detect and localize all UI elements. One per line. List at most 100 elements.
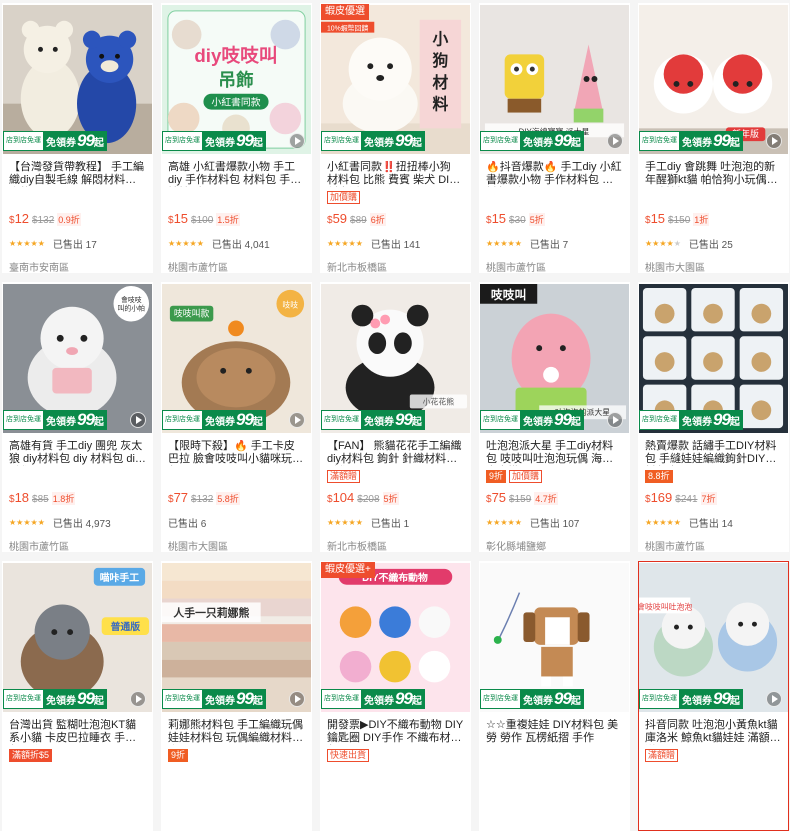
coupon-unit: 起 bbox=[729, 695, 740, 707]
product-thumbnail[interactable]: 店到店免運 免領券 99 起 bbox=[639, 283, 788, 434]
product-thumbnail[interactable]: 店到店免運 免領券 99 起 bbox=[480, 562, 629, 713]
product-title[interactable]: ☆☆重複娃娃 DIY材料包 美勞 勞作 瓦楞紙摺 手作 bbox=[486, 719, 623, 745]
product-card[interactable]: 會吱吱 叫的小帕 店到店免運 免領券 99 起 高雄有貨 手工diy 團兜 灰太狼 diy… bbox=[2, 282, 153, 552]
play-video-icon[interactable] bbox=[607, 412, 623, 428]
product-thumbnail[interactable]: 會吱吱叫吐泡泡 店到店免運 免領券 99 起 bbox=[639, 562, 788, 713]
discount-badge: 1折 bbox=[693, 213, 710, 226]
coupon-unit: 起 bbox=[729, 137, 740, 149]
product-thumbnail[interactable]: 人手一只莉娜熊 店到店免運 免領券 99 起 bbox=[162, 562, 311, 713]
product-thumbnail[interactable]: 店到店免運 免領券 99 起 bbox=[3, 4, 152, 155]
product-thumbnail[interactable]: 吱吱叫 吐泡泡的派大星店到店免運免領券99起 bbox=[480, 283, 629, 434]
product-tags: 滿額贈 bbox=[327, 468, 464, 484]
product-card[interactable]: diy吱吱叫 吊飾 小紅書同款 店到店免運 免領券 99 起 高雄 小紅書爆款小物 手工… bbox=[161, 3, 312, 273]
discount-badge: 1.8折 bbox=[51, 492, 76, 505]
coupon-line1: 店到店免運 bbox=[642, 416, 677, 423]
product-thumbnail[interactable]: DIY不織布動物 蝦皮優選+ 店到店免運 免領券 99 起 bbox=[321, 562, 470, 713]
product-title[interactable]: 台灣出貨 監糊吐泡泡KT貓系小貓 卡皮巴拉睡衣 手作包 兩個... bbox=[9, 719, 146, 745]
play-video-icon[interactable] bbox=[607, 133, 623, 149]
product-thumbnail[interactable]: 會吱吱 叫的小帕 店到店免運 免領券 99 起 bbox=[3, 283, 152, 434]
play-video-icon[interactable] bbox=[289, 412, 305, 428]
product-title[interactable]: 【限時下殺】🔥 手工卡皮巴拉 臉會吱吱叫小貓咪玩偶包... bbox=[168, 440, 305, 466]
play-video-icon[interactable] bbox=[289, 691, 305, 707]
original-price: $100 bbox=[191, 215, 214, 226]
product-info: 🔥抖音爆款🔥 手工diy 小紅書爆款小物 手作材料包 材料包 手... $15$… bbox=[480, 155, 629, 272]
original-price: $132 bbox=[32, 215, 55, 226]
product-title[interactable]: 開發票▶DIY不織布動物 DIY鑰匙圈 DIY手作 不織布材料包 不... bbox=[327, 719, 464, 745]
coupon-line2: 免領券 bbox=[46, 416, 76, 428]
original-price: $30 bbox=[509, 215, 526, 226]
product-card[interactable]: 新年版 店到店免運 免領券 99 起 手工diy 會跳舞 吐泡泡的新年醒獅kt貓 帕恰狗… bbox=[638, 3, 789, 273]
svg-text:材: 材 bbox=[433, 73, 449, 92]
product-title[interactable]: 手工diy 會跳舞 吐泡泡的新年醒獅kt貓 帕恰狗小玩偶 diy材料... bbox=[645, 161, 782, 187]
product-info: 【限時下殺】🔥 手工卡皮巴拉 臉會吱吱叫小貓咪玩偶包... $77$1325.8… bbox=[162, 434, 311, 551]
svg-text:小: 小 bbox=[433, 30, 449, 48]
product-title[interactable]: 高雄 小紅書爆款小物 手工diy 手作材料包 材料包 手作娃娃 吱... bbox=[168, 161, 305, 187]
play-video-icon[interactable] bbox=[130, 691, 146, 707]
play-video-icon[interactable] bbox=[289, 133, 305, 149]
coupon-amount: 99 bbox=[713, 689, 731, 708]
product-card[interactable]: 店到店免運 免領券 99 起 熱賣爆款 話繡手工DIY材料包 手縫娃娃編織鉤針DIY材… bbox=[638, 282, 789, 552]
rating-row: ★★★★★ 已售出 107 bbox=[486, 516, 623, 530]
svg-text:叫的小帕: 叫的小帕 bbox=[117, 304, 145, 313]
product-title[interactable]: 【FAN】 熊貓花花手工編織diy材料包 鉤針 針織材料包 手作 ... bbox=[327, 440, 464, 466]
coupon-line1: 店到店免運 bbox=[165, 137, 200, 144]
sale-price: $104 bbox=[327, 490, 354, 505]
svg-text:吱吱叫款: 吱吱叫款 bbox=[174, 308, 210, 319]
product-card[interactable]: 吱吱叫 吐泡泡的派大星店到店免運免領券99起 吐泡泡派大星 手工diy材料包 吱… bbox=[479, 282, 630, 552]
coupon-main: 免領券 99 起 bbox=[679, 410, 743, 430]
rating-row: ★★★★★ 已售出 17 bbox=[9, 237, 146, 251]
product-card[interactable]: 店到店免運免領券99起 【台灣發貨帶教程】 手工編織diy自製毛線 解悶材料包小… bbox=[2, 3, 153, 273]
product-thumbnail[interactable]: DIY海綿寶寶·派大星店到店免運免領券99起 bbox=[480, 4, 629, 155]
product-card[interactable]: DIY不織布動物 蝦皮優選+ 店到店免運 免領券 99 起 開發票▶DIY不織布動物 D… bbox=[320, 561, 471, 831]
product-title[interactable]: 莉娜熊材料包 手工編織玩偶 娃娃材料包 玩偶編織材料包 小... bbox=[168, 719, 305, 745]
coupon-unit: 起 bbox=[411, 137, 422, 149]
preferred-badge: 蝦皮優選 bbox=[321, 4, 369, 20]
coupon-shipping-label: 店到店免運 bbox=[162, 410, 202, 430]
coupon-shipping-label: 店到店免運 bbox=[639, 689, 679, 709]
product-card[interactable]: 吱吱叫款 吱吱 店到店免運 免領券 99 起 【限時下殺】🔥 手工卡皮巴拉 臉會吱吱叫小貓… bbox=[161, 282, 312, 552]
product-location: 臺南市安南區 bbox=[9, 263, 69, 273]
product-card[interactable]: 喵咔手工 普通版 店到店免運 免領券 99 起 台灣出貨 監糊吐泡泡KT貓系小貓 卡皮巴… bbox=[2, 561, 153, 831]
sale-price: $75 bbox=[486, 490, 506, 505]
price-row bbox=[645, 769, 782, 787]
coupon-amount: 99 bbox=[236, 689, 254, 708]
product-card[interactable]: 店到店免運 免領券 99 起 ☆☆重複娃娃 DIY材料包 美勞 勞作 瓦楞紙摺 手作 bbox=[479, 561, 630, 831]
product-title[interactable]: 高雄有貨 手工diy 團兜 灰太狼 diy材料包 diy 材料包 diy手作 .… bbox=[9, 440, 146, 466]
rating-row bbox=[486, 795, 623, 807]
product-thumbnail[interactable]: 新年版 店到店免運 免領券 99 起 bbox=[639, 4, 788, 155]
product-title[interactable]: 【台灣發貨帶教程】 手工編織diy自製毛線 解悶材料包小熊... bbox=[9, 161, 146, 187]
price-row bbox=[9, 769, 146, 787]
product-card[interactable]: 小狗材料 10%蝦幣回饋 蝦皮優選 店到店免運 免領券 99 起 小紅書同款‼️扭扭棒小狗… bbox=[320, 3, 471, 273]
price-row: $15 $100 1.5折 bbox=[168, 211, 305, 229]
coupon-shipping-label: 店到店免運 bbox=[480, 410, 520, 430]
play-video-icon[interactable] bbox=[766, 133, 782, 149]
play-video-icon[interactable] bbox=[766, 691, 782, 707]
rating-row: ★★★★★ 已售出 14 bbox=[645, 516, 782, 530]
product-title[interactable]: 抖音同款 吐泡泡小黃魚kt貓 庫洛米 鯨魚kt貓娃娃 滿額贈送... bbox=[645, 719, 782, 745]
star-rating: ★★★★★ bbox=[327, 517, 363, 527]
product-thumbnail[interactable]: 喵咔手工 普通版 店到店免運 免領券 99 起 bbox=[3, 562, 152, 713]
coupon-line1: 店到店免運 bbox=[324, 137, 359, 144]
rating-row bbox=[327, 795, 464, 807]
product-info: 高雄有貨 手工diy 團兜 灰太狼 diy材料包 diy 材料包 diy手作 .… bbox=[3, 434, 152, 551]
product-title[interactable]: 🔥抖音爆款🔥 手工diy 小紅書爆款小物 手作材料包 材料包 手... bbox=[486, 161, 623, 187]
product-thumbnail[interactable]: diy吱吱叫 吊飾 小紅書同款 店到店免運 免領券 99 起 bbox=[162, 4, 311, 155]
coupon-amount: 99 bbox=[77, 410, 95, 429]
product-thumbnail[interactable]: 小花花熊 店到店免運 免領券 99 起 bbox=[321, 283, 470, 434]
sold-count: 已售出 14 bbox=[688, 518, 733, 530]
svg-text:吊飾: 吊飾 bbox=[218, 69, 254, 90]
product-card[interactable]: 會吱吱叫吐泡泡 店到店免運 免領券 99 起 抖音同款 吐泡泡小黃魚kt貓 庫洛米 鯨魚… bbox=[638, 561, 789, 831]
sale-price-value: 12 bbox=[14, 211, 30, 226]
product-thumbnail[interactable]: 吱吱叫款 吱吱 店到店免運 免領券 99 起 bbox=[162, 283, 311, 434]
product-card[interactable]: 小花花熊 店到店免運 免領券 99 起 【FAN】 熊貓花花手工編織diy材料包 鉤針 … bbox=[320, 282, 471, 552]
product-title[interactable]: 熱賣爆款 話繡手工DIY材料包 手縫娃娃編織鉤針DIY材料包十... bbox=[645, 440, 782, 466]
product-thumbnail[interactable]: 小狗材料 10%蝦幣回饋 蝦皮優選 店到店免運 免領券 99 起 bbox=[321, 4, 470, 155]
play-video-icon[interactable] bbox=[130, 412, 146, 428]
product-tags: 加價購 bbox=[327, 189, 464, 205]
product-card[interactable]: DIY海綿寶寶·派大星店到店免運免領券99起 🔥抖音爆款🔥 手工diy 小紅書爆… bbox=[479, 3, 630, 273]
coupon-line1: 店到店免運 bbox=[6, 416, 41, 423]
product-card[interactable]: 人手一只莉娜熊 店到店免運 免領券 99 起 莉娜熊材料包 手工編織玩偶 娃娃材料包 玩… bbox=[161, 561, 312, 831]
sale-price: $77 bbox=[168, 490, 188, 505]
product-title[interactable]: 小紅書同款‼️扭扭棒小狗 材料包 比熊 費賓 柴犬 DIY創意活... bbox=[327, 161, 464, 187]
product-title[interactable]: 吐泡泡派大星 手工diy材料包 吱吱叫吐泡泡玩偶 海綿寶寶掛... bbox=[486, 440, 623, 466]
